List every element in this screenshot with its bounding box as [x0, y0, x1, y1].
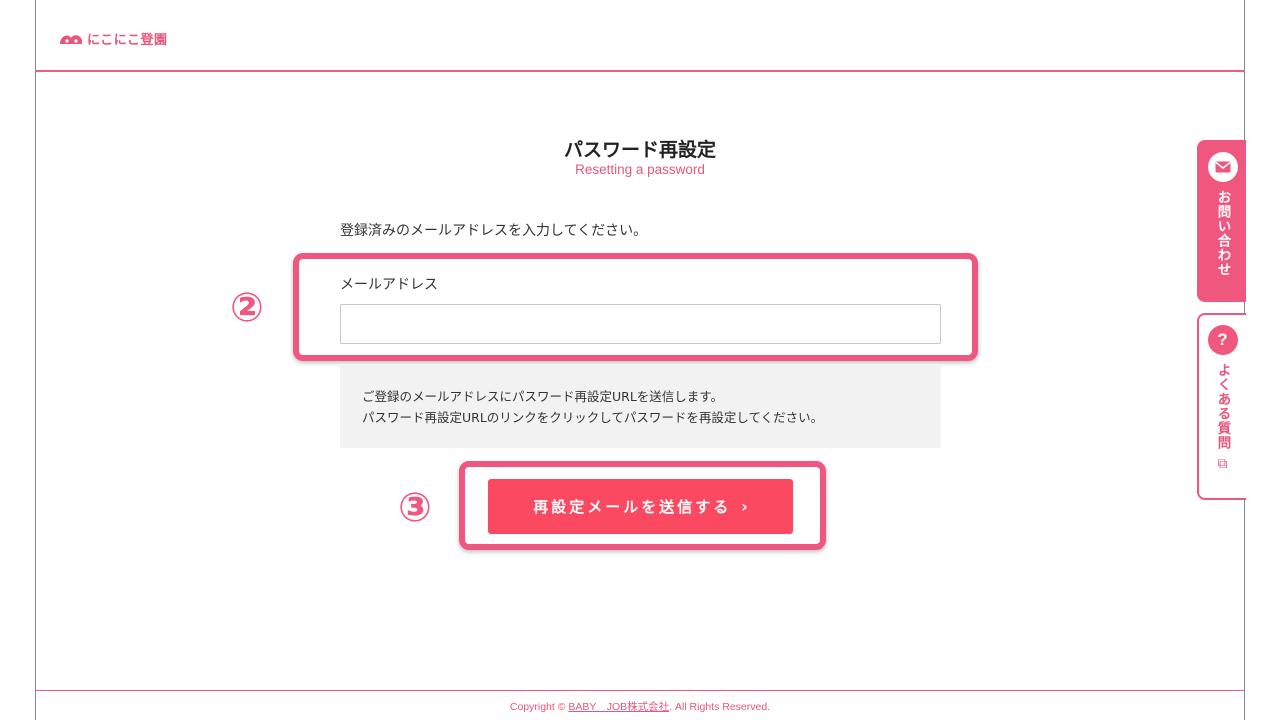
step-marker-3: ③ — [398, 485, 432, 531]
step-marker-2: ② — [230, 285, 264, 331]
contact-tab[interactable]: お問い合わせ — [1197, 140, 1246, 302]
logo-text: にこにこ登園 — [87, 33, 168, 48]
contact-tab-label: お問い合わせ — [1214, 190, 1231, 277]
copyright-prefix: Copyright © — [509, 701, 569, 713]
question-icon: ? — [1207, 325, 1238, 355]
faq-tab[interactable]: ? よくある質問 ⧉ — [1197, 313, 1246, 500]
notice-line-1: ご登録のメールアドレスにパスワード再設定URLを送信します。 — [362, 389, 724, 404]
site-header: にこにこ登園 — [36, 0, 1244, 72]
footer-copyright: Copyright © BABY JOB株式会社. All Rights Res… — [36, 699, 1244, 714]
notice-line-2: パスワード再設定URLのリンクをクリックしてパスワードを再設定してください。 — [362, 410, 824, 425]
page-frame: にこにこ登園 パスワード再設定 Resetting a password 登録済… — [35, 0, 1246, 720]
page-title: パスワード再設定 — [563, 139, 716, 161]
company-link[interactable]: BABY JOB株式会社 — [568, 701, 669, 713]
intro-text: 登録済みのメールアドレスを入力してください。 — [340, 223, 648, 239]
copyright-suffix: . All Rights Reserved. — [669, 701, 771, 713]
notice-box: ご登録のメールアドレスにパスワード再設定URLを送信します。 パスワード再設定U… — [340, 364, 941, 448]
logo-mark-icon — [60, 34, 82, 44]
mail-icon — [1207, 152, 1238, 182]
highlight-box-submit — [459, 461, 826, 550]
highlight-box-email — [293, 253, 978, 361]
external-link-icon: ⧉ — [1217, 456, 1228, 472]
page-subtitle: Resetting a password — [575, 162, 705, 177]
site-logo[interactable]: にこにこ登園 — [58, 29, 167, 48]
footer-divider — [36, 690, 1244, 691]
faq-tab-label: よくある質問 — [1214, 363, 1231, 450]
